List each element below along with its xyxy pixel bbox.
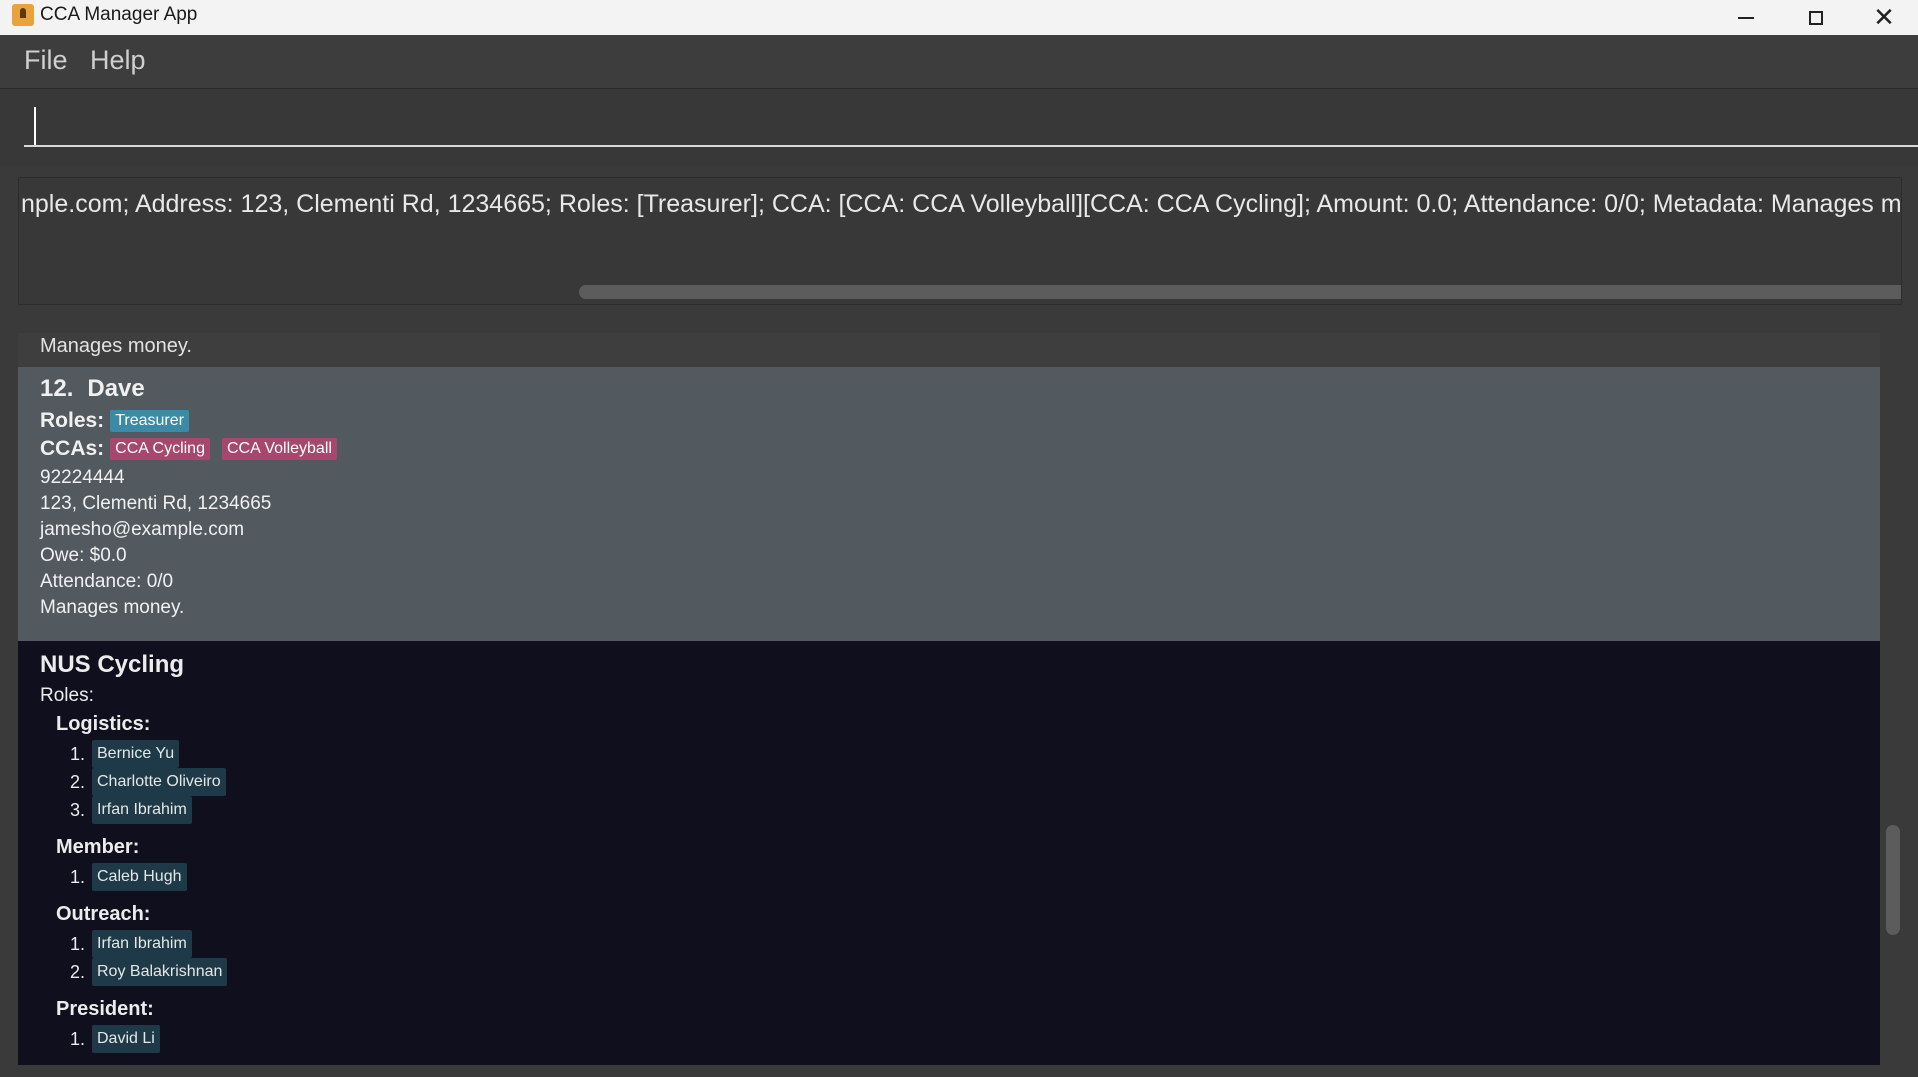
menu-bar: File Help — [0, 35, 1918, 89]
member-row: 3. Irfan Ibrahim — [70, 796, 1858, 824]
maximize-icon — [1809, 10, 1823, 25]
member-tag: Bernice Yu — [92, 740, 180, 768]
member-tag: David Li — [92, 1025, 160, 1053]
member-tag: Irfan Ibrahim — [92, 796, 192, 824]
person-name: Dave — [87, 375, 145, 402]
minimize-button[interactable] — [1712, 0, 1780, 35]
person-phone: 92224444 — [40, 467, 125, 488]
person-email: jamesho@example.com — [40, 519, 245, 540]
member-index: 1. — [70, 1029, 86, 1049]
minimize-icon — [1738, 16, 1754, 19]
member-index: 1. — [70, 744, 86, 764]
member-index: 1. — [70, 934, 86, 954]
text-caret — [34, 107, 36, 145]
cca-tag: CCA Cycling — [110, 438, 210, 460]
member-tag: Charlotte Oliveiro — [92, 768, 226, 796]
member-row: 1. Irfan Ibrahim — [70, 930, 1858, 958]
maximize-button[interactable] — [1782, 0, 1850, 35]
role-group-outreach: Outreach: 1. Irfan Ibrahim 2. Roy Balakris… — [56, 903, 1858, 986]
result-scroll-thumb[interactable] — [579, 285, 1901, 299]
command-input[interactable] — [24, 101, 1918, 147]
member-tag: Irfan Ibrahim — [92, 930, 192, 958]
person-attendance: Attendance: 0/0 — [40, 571, 174, 592]
member-row: 2. Charlotte Oliveiro — [70, 768, 1858, 796]
member-row: 1. Bernice Yu — [70, 740, 1858, 768]
member-row: 1. Caleb Hugh — [70, 863, 1858, 891]
person-card-selected[interactable]: 12. Dave Roles: Treasurer CCAs: CCA Cycli… — [18, 367, 1880, 641]
person-ccas-row: CCAs: CCA Cycling CCA Volleyball — [40, 437, 1858, 461]
role-name: President: — [56, 998, 154, 1020]
role-name: Logistics: — [56, 713, 151, 735]
result-text: nple.com; Address: 123, Clementi Rd, 123… — [21, 190, 1902, 218]
member-index: 2. — [70, 772, 86, 792]
list-vertical-scrollbar[interactable] — [1886, 825, 1900, 935]
role-name: Member: — [56, 836, 140, 858]
ccas-label: CCAs: — [40, 437, 105, 460]
role-name: Outreach: — [56, 903, 151, 925]
app-person-icon — [12, 4, 34, 26]
member-index: 1. — [70, 867, 86, 887]
result-horizontal-scrollbar[interactable] — [559, 285, 1901, 299]
member-row: 1. David Li — [70, 1025, 1858, 1053]
member-index: 2. — [70, 962, 86, 982]
result-display[interactable]: nple.com; Address: 123, Clementi Rd, 123… — [18, 177, 1902, 305]
role-group-member: Member: 1. Caleb Hugh — [56, 836, 1858, 891]
person-roles-row: Roles: Treasurer — [40, 409, 1858, 433]
member-tag: Caleb Hugh — [92, 863, 187, 891]
role-group-president: President: 1. David Li — [56, 998, 1858, 1053]
previous-card-tail: Manages money. — [18, 333, 1880, 367]
close-button[interactable]: ✕ — [1850, 0, 1918, 35]
menu-file[interactable]: File — [24, 45, 68, 76]
title-bar: CCA Manager App ✕ — [0, 0, 1918, 35]
menu-help[interactable]: Help — [90, 45, 146, 76]
result-vertical-scrollbar[interactable] — [1901, 180, 1902, 280]
cca-roles-label: Roles: — [40, 685, 94, 706]
roles-label: Roles: — [40, 409, 105, 432]
person-metadata: Manages money. — [40, 597, 185, 618]
window-title: CCA Manager App — [40, 4, 198, 25]
member-row: 2. Roy Balakrishnan — [70, 958, 1858, 986]
person-address: 123, Clementi Rd, 1234665 — [40, 493, 272, 514]
close-icon: ✕ — [1873, 2, 1895, 33]
person-owe: Owe: $0.0 — [40, 545, 127, 566]
member-tag: Roy Balakrishnan — [92, 958, 228, 986]
member-index: 3. — [70, 800, 86, 820]
role-tag: Treasurer — [110, 410, 189, 432]
cca-name: NUS Cycling — [40, 651, 185, 678]
list-pane[interactable]: Manages money. 12. Dave Roles: Treasurer … — [18, 333, 1880, 1065]
cca-card[interactable]: NUS Cycling Roles: Logistics: 1. Bernice … — [18, 641, 1880, 1065]
role-group-logistics: Logistics: 1. Bernice Yu 2. Charlotte Oliv… — [56, 713, 1858, 824]
person-header: 12. Dave — [40, 375, 1858, 403]
command-box — [0, 89, 1918, 165]
person-index: 12. — [40, 375, 74, 402]
cca-tag: CCA Volleyball — [221, 438, 337, 460]
